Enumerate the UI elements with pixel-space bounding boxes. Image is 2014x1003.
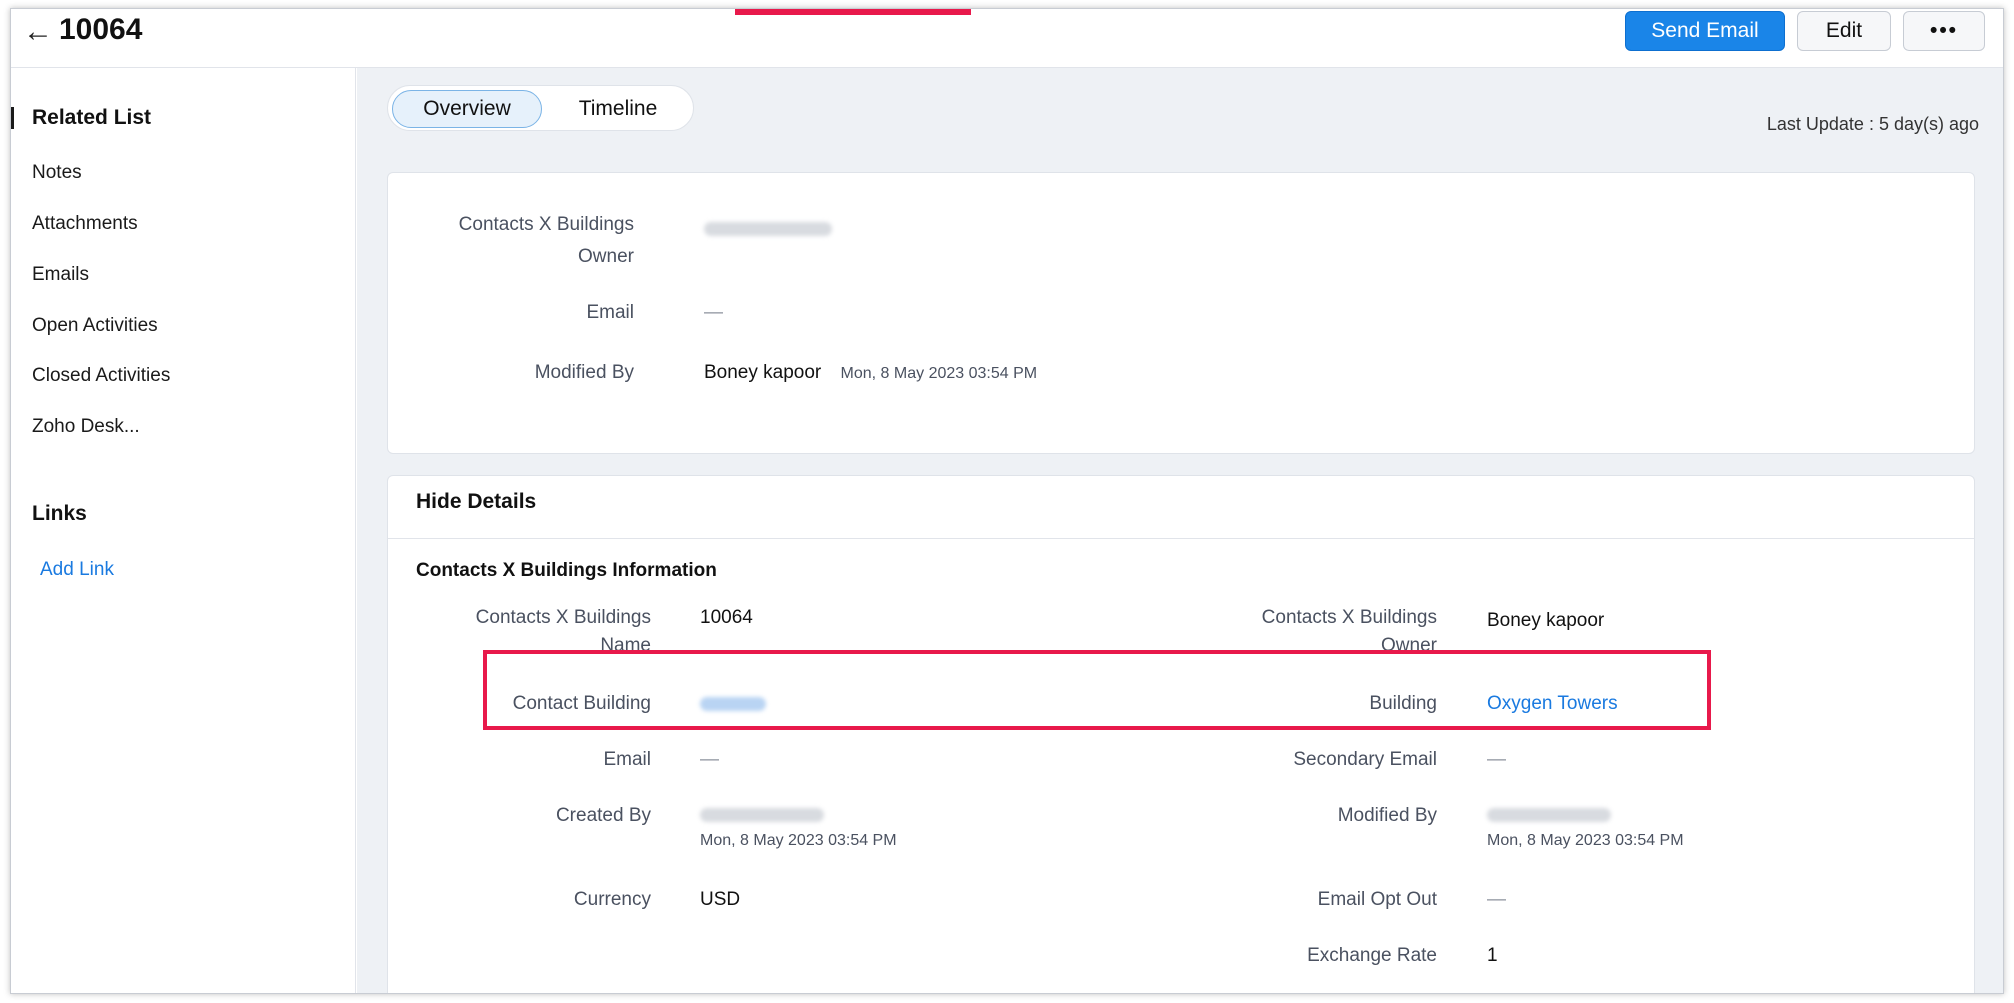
- record-title: 10064: [59, 13, 143, 46]
- related-list-heading[interactable]: Related List: [32, 106, 151, 130]
- modified-time: Mon, 8 May 2023 03:54 PM: [840, 365, 1038, 382]
- section-divider: [388, 538, 1974, 539]
- modified-by-name: Boney kapoor: [704, 362, 822, 383]
- name-value: 10064: [700, 607, 753, 628]
- hide-details-toggle[interactable]: Hide Details: [416, 490, 536, 514]
- more-options-button[interactable]: •••: [1903, 11, 1985, 51]
- modified-by-label-detail: Modified By: [1337, 805, 1437, 826]
- created-by-label: Created By: [555, 805, 651, 826]
- modified-by-value: Boney kapoor Mon, 8 May 2023 03:54 PM: [704, 357, 1037, 390]
- sidebar-active-indicator: [11, 107, 14, 129]
- modified-by-label: Modified By: [534, 362, 634, 383]
- created-by-value: Mon, 8 May 2023 03:54 PM: [700, 802, 897, 854]
- send-email-button[interactable]: Send Email: [1625, 11, 1785, 51]
- links-heading: Links: [32, 502, 87, 525]
- view-tabs: Overview Timeline: [387, 85, 694, 131]
- currency-label: Currency: [573, 889, 651, 910]
- sidebar: Related List Notes Attachments Emails Op…: [11, 68, 356, 993]
- email-label: Email: [586, 302, 634, 323]
- highlight-box: [483, 650, 1711, 730]
- tab-timeline[interactable]: Timeline: [548, 90, 688, 128]
- email-opt-out-value: —: [1487, 889, 1506, 910]
- information-section-title: Contacts X Buildings Information: [416, 560, 717, 581]
- sidebar-item-emails[interactable]: Emails: [32, 264, 89, 286]
- add-link[interactable]: Add Link: [40, 559, 114, 581]
- email-label-detail: Email: [603, 749, 651, 770]
- app-window: ← 10064 Send Email Edit ••• Related List…: [10, 8, 2004, 994]
- owner-value: [704, 213, 832, 245]
- summary-card: Contacts X Buildings Owner Email — Modif…: [387, 172, 1975, 454]
- secondary-email-value: —: [1487, 749, 1506, 770]
- exchange-rate-label: Exchange Rate: [1307, 945, 1437, 966]
- sidebar-item-attachments[interactable]: Attachments: [32, 213, 138, 235]
- tab-overview[interactable]: Overview: [392, 90, 542, 128]
- currency-value: USD: [700, 889, 741, 910]
- back-arrow-icon[interactable]: ←: [23, 15, 53, 49]
- email-value-detail: —: [700, 749, 719, 770]
- last-update-text: Last Update : 5 day(s) ago: [1766, 114, 1979, 134]
- created-time: Mon, 8 May 2023 03:54 PM: [700, 832, 897, 849]
- modified-by-value-detail: Mon, 8 May 2023 03:54 PM: [1487, 802, 1684, 854]
- sidebar-item-open-activities[interactable]: Open Activities: [32, 315, 158, 337]
- modified-time-detail: Mon, 8 May 2023 03:54 PM: [1487, 832, 1684, 849]
- highlight-marker: [735, 9, 971, 15]
- record-header: ← 10064 Send Email Edit •••: [11, 9, 2003, 68]
- exchange-rate-value: 1: [1487, 945, 1498, 966]
- details-card: Hide Details Contacts X Buildings Inform…: [387, 475, 1975, 993]
- owner-label: Contacts X Buildings Owner: [458, 214, 634, 267]
- email-opt-out-label: Email Opt Out: [1317, 889, 1437, 910]
- sidebar-item-zoho-desk[interactable]: Zoho Desk...: [32, 416, 140, 438]
- owner-value-detail: Boney kapoor: [1487, 610, 1605, 631]
- email-value: —: [704, 302, 723, 323]
- main-content: Overview Timeline Last Update : 5 day(s)…: [357, 68, 2003, 993]
- secondary-email-label: Secondary Email: [1293, 749, 1437, 770]
- sidebar-item-notes[interactable]: Notes: [32, 162, 82, 184]
- sidebar-item-closed-activities[interactable]: Closed Activities: [32, 365, 170, 387]
- edit-button[interactable]: Edit: [1797, 11, 1891, 51]
